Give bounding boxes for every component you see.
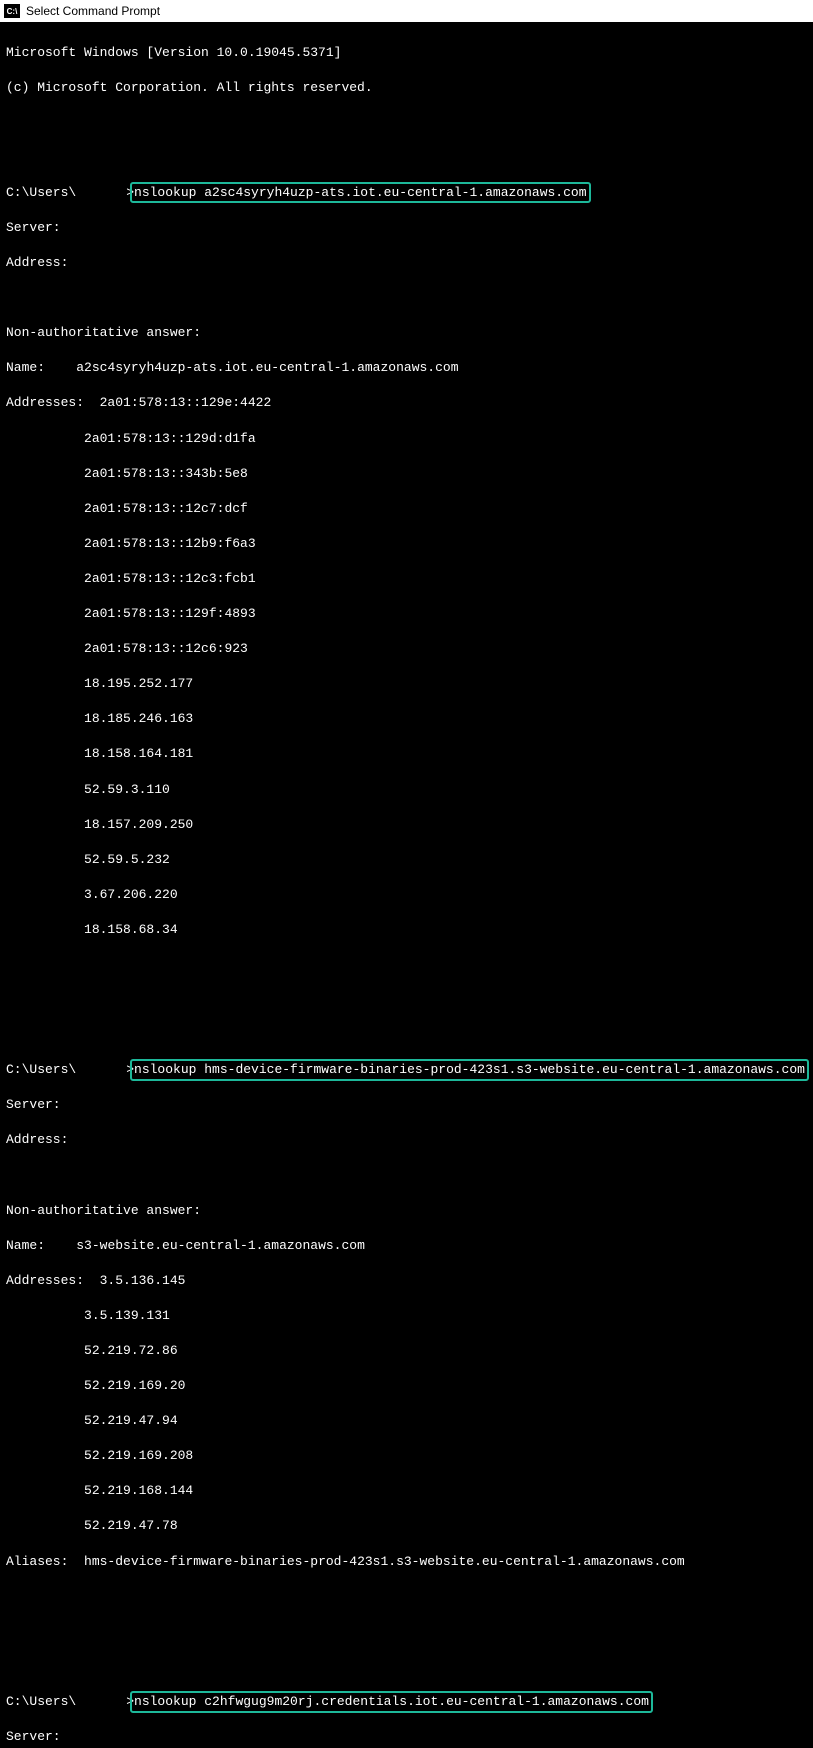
prompt-line: C:\Users\ >nslookup a2sc4syryh4uzp-ats.i… — [6, 184, 807, 202]
aliases-line: Aliases: hms-device-firmware-binaries-pr… — [6, 1553, 807, 1571]
terminal-output[interactable]: Microsoft Windows [Version 10.0.19045.53… — [0, 22, 813, 1748]
server-line: Server: — [6, 1096, 807, 1114]
name-line: Name: a2sc4syryh4uzp-ats.iot.eu-central-… — [6, 359, 807, 377]
banner-version: Microsoft Windows [Version 10.0.19045.53… — [6, 44, 807, 62]
name-line: Name: s3-website.eu-central-1.amazonaws.… — [6, 1237, 807, 1255]
non-auth-label: Non-authoritative answer: — [6, 1202, 807, 1220]
command-highlight: nslookup a2sc4syryh4uzp-ats.iot.eu-centr… — [130, 182, 590, 204]
server-line: Server: — [6, 1728, 807, 1746]
address-line: Address: — [6, 1131, 807, 1149]
banner-copyright: (c) Microsoft Corporation. All rights re… — [6, 79, 807, 97]
non-auth-label: Non-authoritative answer: — [6, 324, 807, 342]
address-line: Address: — [6, 254, 807, 272]
command-highlight: nslookup hms-device-firmware-binaries-pr… — [130, 1059, 809, 1081]
window-title: Select Command Prompt — [26, 4, 160, 18]
window-title-bar: C:\ Select Command Prompt — [0, 0, 813, 22]
command-highlight: nslookup c2hfwgug9m20rj.credentials.iot.… — [130, 1691, 653, 1713]
addresses-line: Addresses: 3.5.136.145 — [6, 1272, 807, 1290]
server-line: Server: — [6, 219, 807, 237]
prompt-line: C:\Users\ >nslookup c2hfwgug9m20rj.crede… — [6, 1693, 807, 1711]
addresses-line: Addresses: 2a01:578:13::129e:4422 — [6, 394, 807, 412]
cmd-icon: C:\ — [4, 4, 20, 18]
prompt-line: C:\Users\ >nslookup hms-device-firmware-… — [6, 1061, 807, 1079]
